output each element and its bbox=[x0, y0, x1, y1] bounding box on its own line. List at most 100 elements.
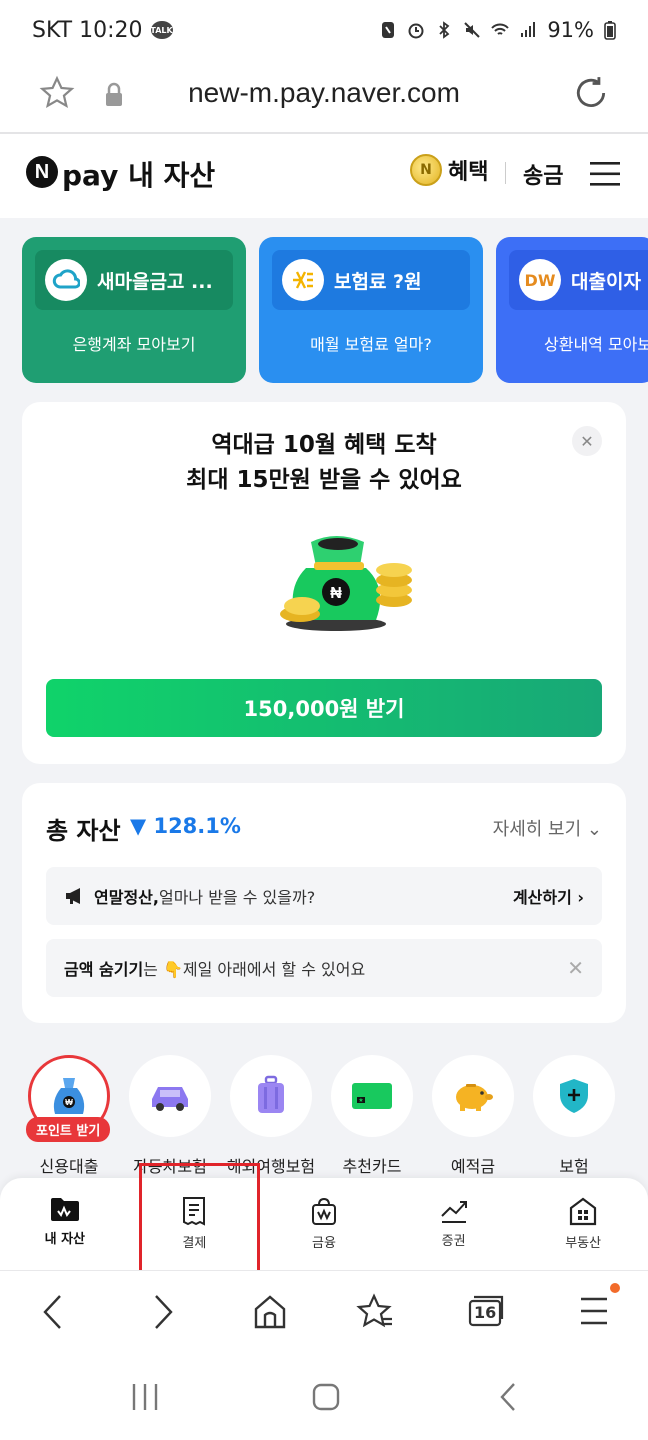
status-time: SKT 10:20 bbox=[32, 17, 143, 43]
promo-title-line2: 최대 15만원 받을 수 있어요 bbox=[186, 467, 462, 493]
card-loan-interest[interactable]: DW 대출이자 상환내역 모아보 bbox=[496, 237, 648, 383]
send-button[interactable]: 송금 bbox=[523, 158, 563, 190]
tab-count: 16 bbox=[474, 1303, 497, 1322]
naver-logo-icon[interactable]: N bbox=[26, 156, 58, 188]
cloud-icon bbox=[45, 259, 87, 301]
calculate-button[interactable]: 계산하기 › bbox=[513, 884, 584, 908]
system-navigation-bar bbox=[0, 1352, 648, 1440]
wifi-icon bbox=[491, 23, 510, 35]
credit-card-icon: ★ bbox=[331, 1055, 413, 1137]
hamburger-menu-icon[interactable] bbox=[590, 160, 620, 188]
notification-dot bbox=[610, 1283, 620, 1293]
card-subtitle: 은행계좌 모아보기 bbox=[72, 335, 196, 354]
chevron-right-icon: › bbox=[571, 888, 584, 907]
signal-icon bbox=[521, 22, 536, 37]
promo-title-line1: 역대급 10월 혜택 도착 bbox=[211, 432, 437, 458]
tax-notice-text: 얼마나 받을 수 있을까? bbox=[158, 888, 316, 907]
building-icon bbox=[570, 1197, 597, 1226]
home-icon[interactable] bbox=[252, 1293, 288, 1331]
tab-my-assets[interactable]: 내 자산 bbox=[0, 1178, 130, 1270]
card-subtitle: 상환내역 모아보 bbox=[544, 335, 648, 354]
alarm-icon bbox=[408, 23, 424, 39]
card-pill: 보험료 ?원 bbox=[272, 250, 470, 310]
tax-notice-row[interactable]: 연말정산, 얼마나 받을 수 있을까? 계산하기 › bbox=[46, 867, 602, 925]
piggy-bank-icon bbox=[432, 1055, 514, 1137]
money-bag-icon: ₦ bbox=[280, 536, 412, 631]
account-cards-carousel[interactable]: 새마을금고 ... 은행계좌 모아보기 보험료 ?원 매월 보험료 얼마? DW… bbox=[22, 237, 648, 383]
tab-label: 내 자산 bbox=[44, 1232, 85, 1247]
promo-title: 역대급 10월 혜택 도착 최대 15만원 받을 수 있어요 bbox=[22, 428, 626, 498]
suitcase-icon bbox=[230, 1055, 312, 1137]
see-more-button[interactable]: 자세히 보기 ⌄ bbox=[493, 815, 602, 841]
shortcut-credit-loan[interactable]: ₩ 포인트 받기 신용대출 bbox=[26, 1055, 111, 1177]
bottom-tab-bar: 내 자산 결제 금융 증권 부동산 bbox=[0, 1178, 648, 1270]
nfc-icon bbox=[382, 22, 395, 38]
shopping-bag-icon bbox=[311, 1197, 336, 1225]
reload-icon[interactable] bbox=[572, 74, 610, 112]
hide-amount-text: 는 👇제일 아래에서 할 수 있어요 bbox=[143, 960, 366, 979]
page-title[interactable]: pay 내 자산 bbox=[62, 154, 215, 194]
battery-icon bbox=[604, 21, 616, 40]
battery-percent: 91% bbox=[547, 18, 594, 42]
system-back-icon[interactable] bbox=[496, 1382, 520, 1412]
promo-banner: ✕ 역대급 10월 혜택 도착 최대 15만원 받을 수 있어요 ₦ 150,0… bbox=[22, 402, 626, 764]
assets-title: 총 자산 bbox=[46, 817, 121, 845]
tax-notice-bold: 연말정산, bbox=[94, 888, 159, 907]
card-title: 대출이자 bbox=[571, 270, 641, 293]
hide-amount-bold: 금액 숨기기 bbox=[64, 960, 144, 979]
svg-text:₩: ₩ bbox=[65, 1098, 73, 1107]
card-subtitle: 매월 보험료 얼마? bbox=[310, 335, 432, 354]
benefit-button[interactable]: N 혜택 bbox=[410, 154, 488, 186]
svg-text:₦: ₦ bbox=[330, 585, 342, 602]
shortcut-recommended-card[interactable]: ★ 추천카드 bbox=[331, 1055, 413, 1177]
highlight-box bbox=[139, 1163, 260, 1275]
point-badge: 포인트 받기 bbox=[26, 1117, 111, 1142]
hide-amount-notice-row: 금액 숨기기 는 👇제일 아래에서 할 수 있어요 ✕ bbox=[46, 939, 602, 997]
forward-arrow-icon[interactable] bbox=[150, 1293, 176, 1331]
tab-securities[interactable]: 증권 bbox=[389, 1178, 519, 1270]
card-bank-accounts[interactable]: 새마을금고 ... 은행계좌 모아보기 bbox=[22, 237, 246, 383]
recent-apps-icon[interactable] bbox=[130, 1382, 160, 1412]
header-divider bbox=[505, 162, 506, 184]
car-icon bbox=[129, 1055, 211, 1137]
bluetooth-icon bbox=[439, 21, 450, 39]
shortcut-label: 보험 bbox=[559, 1157, 589, 1176]
total-assets-card: 총 자산 ▼ 128.1% 자세히 보기 ⌄ 연말정산, 얼마나 받을 수 있을… bbox=[22, 783, 626, 1023]
assets-change: ▼ 128.1% bbox=[130, 814, 241, 838]
url-text[interactable]: new-m.pay.naver.com bbox=[0, 77, 648, 109]
shortcut-insurance[interactable]: 보험 bbox=[533, 1055, 615, 1177]
shortcut-row[interactable]: ₩ 포인트 받기 신용대출 자동차보험 해외여행보험 ★ 추천카드 예적금 보험 bbox=[26, 1055, 615, 1177]
card-pill: 새마을금고 ... bbox=[35, 250, 233, 310]
shield-icon bbox=[533, 1055, 615, 1137]
card-insurance[interactable]: 보험료 ?원 매월 보험료 얼마? bbox=[259, 237, 483, 383]
wallet-folder-icon bbox=[50, 1198, 79, 1221]
tab-label: 증권 bbox=[441, 1234, 466, 1249]
tab-real-estate[interactable]: 부동산 bbox=[518, 1178, 648, 1270]
chevron-down-icon: ⌄ bbox=[586, 819, 602, 840]
shortcut-travel-insurance[interactable]: 해외여행보험 bbox=[227, 1055, 315, 1177]
mute-icon bbox=[464, 22, 481, 38]
calculate-label: 계산하기 bbox=[512, 888, 572, 907]
shortcut-car-insurance[interactable]: 자동차보험 bbox=[129, 1055, 211, 1177]
browser-toolbar: 16 bbox=[0, 1270, 648, 1352]
card-title: 보험료 ?원 bbox=[334, 270, 422, 293]
home-button-icon[interactable] bbox=[311, 1382, 341, 1412]
benefit-label: 혜택 bbox=[448, 160, 489, 185]
dw-logo-icon: DW bbox=[519, 259, 561, 301]
bookmarks-icon[interactable] bbox=[356, 1293, 396, 1331]
browser-menu-icon[interactable] bbox=[578, 1293, 610, 1329]
kb-logo-icon bbox=[282, 259, 324, 301]
tab-label: 부동산 bbox=[565, 1236, 602, 1251]
card-pill: DW 대출이자 bbox=[509, 250, 648, 310]
status-bar: SKT 10:20 TALK 91% bbox=[0, 0, 648, 60]
svg-text:★: ★ bbox=[358, 1097, 363, 1104]
back-arrow-icon[interactable] bbox=[40, 1293, 66, 1331]
card-title: 새마을금고 ... bbox=[97, 270, 213, 293]
tabs-button[interactable]: 16 bbox=[466, 1293, 506, 1329]
tab-finance[interactable]: 금융 bbox=[259, 1178, 389, 1270]
stock-chart-icon bbox=[440, 1201, 467, 1223]
app-header: N pay 내 자산 N 혜택 송금 bbox=[0, 134, 648, 218]
close-icon[interactable]: ✕ bbox=[567, 956, 584, 980]
receive-reward-button[interactable]: 150,000원 받기 bbox=[46, 679, 602, 737]
shortcut-savings[interactable]: 예적금 bbox=[432, 1055, 514, 1177]
